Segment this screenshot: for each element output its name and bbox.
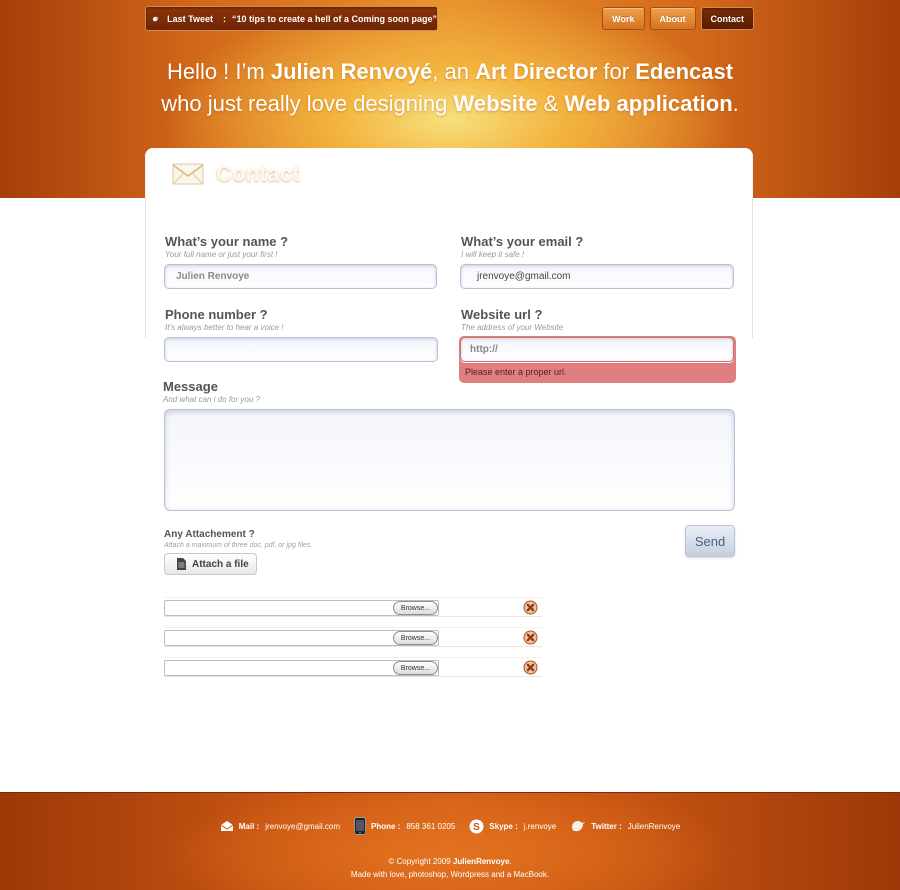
message-hint: And what can i do for you ? — [163, 395, 260, 404]
copyright-name[interactable]: JulienRenvoye — [453, 857, 509, 866]
name-input[interactable]: Julien Renvoye — [164, 264, 437, 289]
footer-mail: Mail : jrenvoye@gmail.com — [220, 820, 340, 832]
footer-contacts: Mail : jrenvoye@gmail.com Phone : 858 36… — [0, 817, 900, 835]
attach-file-button[interactable]: Attach a file — [164, 553, 257, 575]
envelope-icon — [172, 163, 204, 184]
file-upload-row: Browse... — [164, 597, 542, 617]
website-label: Website url ? — [461, 307, 543, 322]
nav-work[interactable]: Work — [602, 7, 645, 30]
file-upload-row: Browse... — [164, 657, 542, 677]
twitter-bird-icon — [152, 16, 159, 21]
headline-role: Art Director — [475, 59, 598, 84]
browse-button[interactable]: Browse... — [393, 661, 438, 675]
tweet-text[interactable]: “10 tips to create a hell of a Coming so… — [232, 14, 437, 24]
attach-file-label: Attach a file — [192, 558, 249, 570]
last-tweet-box[interactable]: Last Tweet : “10 tips to create a hell o… — [145, 6, 438, 31]
headline-name: Julien Renvoyé — [270, 59, 433, 84]
phone-label: Phone number ? — [165, 307, 268, 322]
copyright: © Copyright 2009 JulienRenvoye. Made wit… — [0, 855, 900, 881]
footer-twitter: Twitter : JulienRenvoye — [570, 819, 680, 833]
nav-contact[interactable]: Contact — [700, 7, 754, 30]
headline-company: Edencast — [635, 59, 734, 84]
footer-phone: Phone : 858 361 0205 — [354, 817, 455, 835]
intro-headline: Hello ! I’m Julien Renvoyé, an Art Direc… — [0, 56, 900, 120]
document-icon — [177, 558, 186, 570]
tweet-separator: : — [222, 13, 226, 24]
browse-button[interactable]: Browse... — [393, 631, 438, 645]
name-hint: Your full name or just your first ! — [165, 250, 278, 259]
remove-file-icon[interactable] — [523, 600, 538, 615]
phone-input[interactable] — [164, 337, 438, 362]
footer-skype-id[interactable]: j.renvoye — [524, 822, 556, 831]
twitter-bird-icon — [572, 821, 586, 832]
email-hint: I will keep it safe ! — [461, 250, 525, 259]
headline-line-2: who just really love designing Website &… — [161, 91, 739, 116]
email-label: What’s your email ? — [461, 234, 584, 249]
message-textarea[interactable] — [164, 409, 735, 511]
footer-twitter-handle[interactable]: JulienRenvoye — [628, 822, 680, 831]
svg-text:S: S — [473, 822, 480, 833]
website-hint: The address of your Website — [461, 323, 564, 332]
remove-file-icon[interactable] — [523, 660, 538, 675]
footer: Mail : jrenvoye@gmail.com Phone : 858 36… — [0, 792, 900, 890]
footer-phone-number: 858 361 0205 — [406, 821, 456, 831]
tweet-label: Last Tweet — [167, 13, 213, 24]
browse-button[interactable]: Browse... — [393, 601, 438, 615]
skype-icon: S — [469, 819, 484, 833]
footer-skype: S Skype : j.renvoye — [469, 819, 556, 834]
remove-file-icon[interactable] — [523, 630, 538, 645]
file-upload-row: Browse... — [164, 627, 542, 647]
website-error-message: Please enter a proper url. — [465, 367, 567, 377]
message-label: Message — [163, 379, 218, 394]
attachment-hint: Attach a maximum of three doc, pdf, or j… — [164, 542, 313, 549]
email-input[interactable]: jrenvoye@gmail.com — [460, 264, 734, 289]
contact-title: Contact — [216, 160, 300, 186]
footer-mail-link[interactable]: jrenvoye@gmail.com — [265, 822, 340, 831]
phone-icon — [354, 817, 367, 835]
attachment-label: Any Attachement ? — [164, 529, 255, 540]
headline-line-1: Hello ! I’m Julien Renvoyé, an Art Direc… — [166, 59, 734, 84]
website-input[interactable]: http:// — [460, 337, 734, 362]
made-with: Made with love, photoshop, Wordpress and… — [350, 870, 550, 879]
contact-panel-header: Contact — [145, 148, 753, 198]
send-button[interactable]: Send — [685, 525, 735, 557]
name-label: What’s your name ? — [165, 234, 289, 249]
nav-about[interactable]: About — [649, 7, 696, 30]
phone-hint: It’s always better to hear a voice ! — [165, 323, 284, 332]
mail-icon — [220, 821, 234, 831]
main-nav: Work About Contact — [602, 7, 754, 30]
